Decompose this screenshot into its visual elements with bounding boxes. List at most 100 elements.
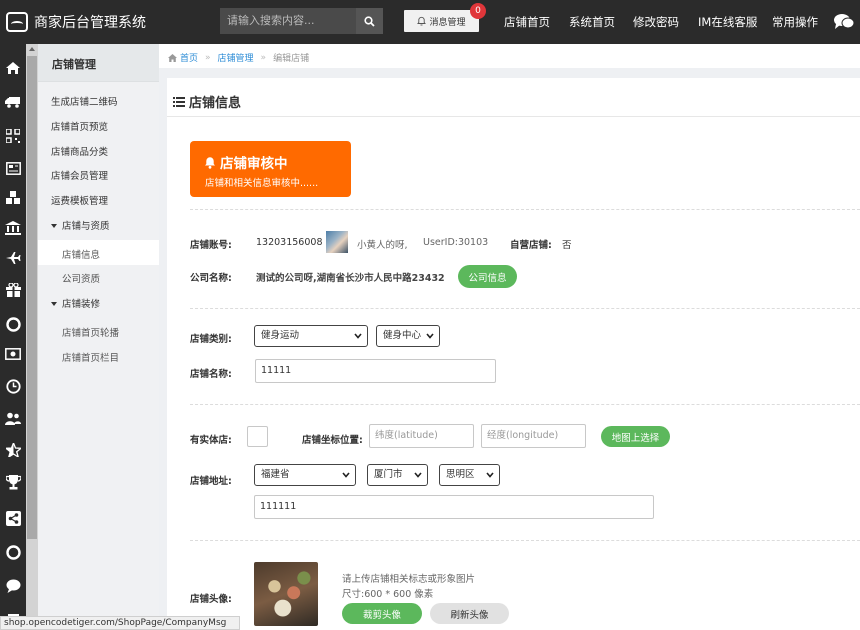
shop-name-input[interactable]: 11111 (255, 359, 496, 383)
district-select[interactable]: 思明区 (439, 464, 500, 486)
breadcrumb-separator: » (205, 52, 211, 63)
trophy-icon[interactable] (5, 474, 21, 490)
section-divider (190, 209, 860, 210)
review-status-notice: 店铺审核中 店铺和相关信息审核中...... (190, 141, 351, 197)
cubes-icon[interactable] (5, 190, 21, 206)
section-divider (190, 308, 860, 309)
sidebar-item-shop-info[interactable]: 店铺信息 (62, 247, 100, 261)
breadcrumb-separator: » (260, 52, 267, 63)
latitude-input[interactable]: 纬度(latitude) (369, 424, 474, 448)
breadcrumb-bar: 首页 » 店铺管理 » 编辑店铺 (159, 44, 860, 68)
notice-title-text: 店铺审核中 (220, 156, 288, 172)
qrcode-icon[interactable] (5, 128, 21, 144)
self-operated-label: 自营店铺: (510, 240, 552, 251)
address-detail-input[interactable]: 111111 (254, 495, 654, 519)
top-bar: 商家后台管理系统 请输入搜索内容... 消息管理 0 店铺首页 系统首页 修改密… (0, 0, 860, 44)
sidebar-item-qrcode[interactable]: 生成店铺二维码 (51, 94, 118, 108)
home-icon (168, 53, 177, 62)
shop-avatar-image (254, 562, 318, 626)
brand-logo-icon (6, 12, 28, 32)
home-icon[interactable] (5, 60, 21, 76)
browser-status-url: shop.opencodetiger.com/ShopPage/CompanyM… (0, 616, 240, 630)
share-icon[interactable] (5, 510, 21, 526)
gift-icon[interactable] (5, 282, 21, 298)
account-userid: UserID:30103 (423, 237, 489, 248)
refresh-avatar-button[interactable]: 刷新头像 (430, 603, 509, 624)
bank-icon[interactable] (5, 220, 21, 236)
lifering-icon[interactable] (5, 316, 21, 332)
sidebar-header: 店铺管理 (38, 44, 159, 82)
account-label: 店铺账号: (190, 240, 232, 251)
user-avatar (326, 231, 348, 253)
physical-store-checkbox[interactable] (247, 426, 268, 447)
sidebar-scroll-thumb[interactable] (27, 56, 37, 539)
search-button[interactable] (356, 8, 383, 34)
breadcrumb-home[interactable]: 首页 (180, 51, 198, 64)
shop-avatar-label: 店铺头像: (190, 594, 232, 605)
district-value: 思明区 (446, 469, 475, 480)
content-divider (159, 68, 860, 78)
clock-icon[interactable] (5, 378, 21, 394)
notice-title: 店铺审核中 (204, 152, 288, 172)
plane-icon[interactable] (5, 250, 21, 266)
search-input[interactable]: 请输入搜索内容... (220, 8, 356, 34)
sidebar-item-home-preview[interactable]: 店铺首页预览 (51, 119, 108, 133)
category-primary-select[interactable]: 健身运动 (254, 325, 368, 347)
map-select-button[interactable]: 地图上选择 (601, 426, 670, 447)
panel-title-text: 店铺信息 (189, 96, 242, 111)
chevron-down-icon (354, 333, 362, 339)
crop-avatar-button[interactable]: 裁剪头像 (342, 603, 422, 624)
panel-title: 店铺信息 (173, 92, 241, 111)
avatar-hint: 请上传店铺相关标志或形象图片 (342, 574, 476, 585)
shop-name-label: 店铺名称: (190, 369, 232, 380)
sidebar-item-home-carousel[interactable]: 店铺首页轮播 (62, 325, 119, 339)
icon-sidebar (0, 44, 26, 630)
message-button[interactable]: 消息管理 (404, 10, 479, 32)
company-info-button[interactable]: 公司信息 (458, 265, 517, 288)
bell-icon (417, 16, 427, 26)
city-select[interactable]: 厦门市 (367, 464, 428, 486)
breadcrumb-section[interactable]: 店铺管理 (218, 51, 254, 64)
star-half-icon[interactable] (5, 442, 21, 458)
sidebar-item-member-manage[interactable]: 店铺会员管理 (51, 168, 108, 182)
province-value: 福建省 (261, 469, 290, 480)
province-select[interactable]: 福建省 (254, 464, 356, 486)
chevron-down-icon (426, 333, 434, 339)
nav-change-password[interactable]: 修改密码 (633, 14, 679, 30)
nav-common-ops[interactable]: 常用操作 (772, 14, 818, 30)
support-icon[interactable] (5, 544, 21, 560)
brand[interactable]: 商家后台管理系统 (6, 11, 146, 33)
nav-shop-home[interactable]: 店铺首页 (504, 14, 550, 30)
chevron-down-icon (486, 472, 494, 478)
coords-label: 店铺坐标位置: (302, 435, 363, 446)
comment-icon[interactable] (5, 578, 21, 594)
chevron-down-icon (414, 472, 422, 478)
content-gutter (159, 78, 167, 630)
account-nickname: 小黄人的呀, (357, 240, 408, 251)
address-label: 店铺地址: (190, 476, 232, 487)
sidebar-item-home-columns[interactable]: 店铺首页栏目 (62, 350, 119, 364)
sidebar-group-shop-decoration[interactable]: 店铺装修 (51, 296, 100, 310)
category-primary-value: 健身运动 (261, 330, 300, 341)
nav-im-service[interactable]: IM在线客服 (698, 14, 757, 30)
users-icon[interactable] (5, 410, 21, 426)
scroll-up-arrow-icon[interactable] (29, 47, 35, 51)
sidebar-item-freight-template[interactable]: 运费模板管理 (51, 193, 108, 207)
chat-icon[interactable] (833, 12, 855, 32)
sidebar-group-shop-qualification[interactable]: 店铺与资质 (51, 218, 110, 232)
newspaper-icon[interactable] (5, 160, 21, 176)
nav-system-home[interactable]: 系统首页 (569, 14, 615, 30)
sidebar-item-company-qualification[interactable]: 公司资质 (62, 271, 100, 285)
message-count-badge: 0 (470, 3, 486, 19)
company-label: 公司名称: (190, 273, 232, 284)
notice-subtitle: 店铺和相关信息审核中...... (205, 178, 319, 189)
longitude-input[interactable]: 经度(longitude) (481, 424, 586, 448)
caret-down-icon (51, 224, 57, 228)
truck-icon[interactable] (5, 94, 21, 110)
money-icon[interactable] (5, 346, 21, 362)
account-value: 13203156008 (256, 237, 323, 248)
caret-down-icon (51, 302, 57, 306)
app-title: 商家后台管理系统 (34, 15, 146, 31)
sidebar-item-product-category[interactable]: 店铺商品分类 (51, 144, 108, 158)
category-secondary-select[interactable]: 健身中心 (376, 325, 440, 347)
